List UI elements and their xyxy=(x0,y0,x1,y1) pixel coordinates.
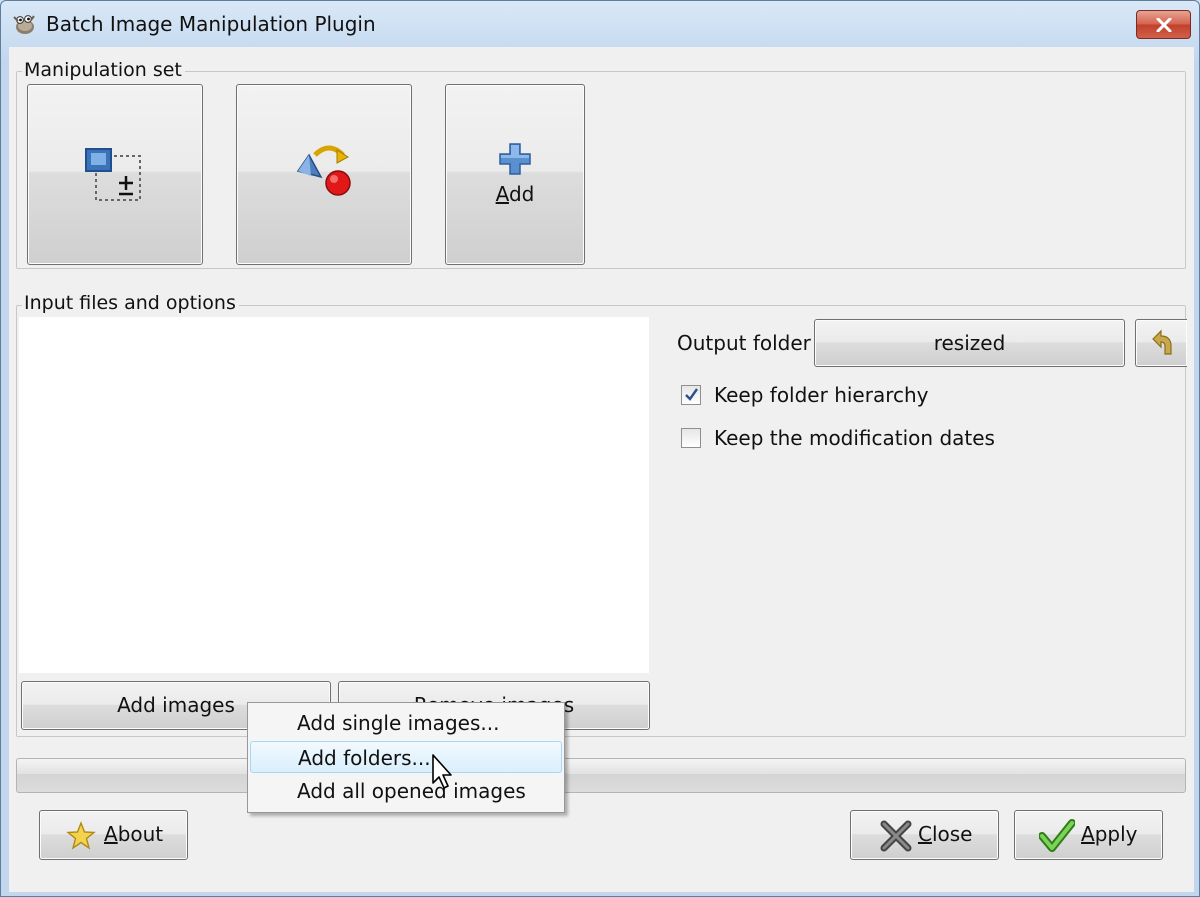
add-images-context-menu: Add single images... Add folders... Add … xyxy=(247,702,565,813)
close-icon xyxy=(1156,18,1172,32)
window-close-button[interactable] xyxy=(1136,10,1191,39)
output-folder-label: Output folder xyxy=(677,331,811,355)
progress-bar xyxy=(16,758,1186,793)
add-manipulation-button[interactable]: Add xyxy=(445,84,585,265)
rotate-flip-manipulation-button[interactable] xyxy=(236,84,412,265)
gimp-wilber-icon xyxy=(13,15,35,34)
close-x-icon xyxy=(880,820,912,852)
menu-item-add-single-images[interactable]: Add single images... xyxy=(250,707,562,739)
title-bar[interactable]: Batch Image Manipulation Plugin xyxy=(1,1,1199,47)
window-title: Batch Image Manipulation Plugin xyxy=(46,12,376,36)
add-button-label: Add xyxy=(495,182,535,206)
keep-modification-dates-label[interactable]: Keep the modification dates xyxy=(714,426,995,450)
input-files-label: Input files and options xyxy=(22,292,239,314)
menu-item-add-all-opened-images[interactable]: Add all opened images xyxy=(250,775,562,807)
menu-item-add-folders[interactable]: Add folders... xyxy=(250,741,562,773)
output-folder-reset-button[interactable] xyxy=(1135,319,1187,367)
resize-icon xyxy=(85,148,141,201)
menu-item-label: Add all opened images xyxy=(297,779,526,803)
dialog-content: Manipulation set Add Input files and opt… xyxy=(9,47,1194,892)
star-icon xyxy=(66,821,96,850)
output-folder-button[interactable]: resized xyxy=(814,319,1125,367)
keep-folder-hierarchy-checkbox[interactable] xyxy=(681,385,701,405)
about-label: About xyxy=(104,822,164,846)
checkmark-green-icon xyxy=(1039,819,1075,852)
plus-icon xyxy=(499,143,531,175)
apply-button[interactable]: Apply xyxy=(1014,810,1163,860)
keep-modification-dates-checkbox[interactable] xyxy=(681,428,701,448)
menu-item-label: Add single images... xyxy=(297,711,500,735)
close-button[interactable]: Close xyxy=(850,810,999,860)
app-window: Batch Image Manipulation Plugin Manipula… xyxy=(0,0,1200,897)
add-images-label: Add images xyxy=(117,693,235,717)
undo-arrow-icon xyxy=(1152,329,1172,355)
about-button[interactable]: About xyxy=(39,810,188,860)
file-list[interactable] xyxy=(19,317,649,673)
output-folder-value: resized xyxy=(933,331,1006,355)
menu-item-label: Add folders... xyxy=(298,746,431,770)
rotate-flip-icon xyxy=(296,145,351,196)
close-label: Close xyxy=(918,822,973,846)
keep-folder-hierarchy-label[interactable]: Keep folder hierarchy xyxy=(714,383,929,407)
manipulation-set-label: Manipulation set xyxy=(22,59,185,81)
resize-manipulation-button[interactable] xyxy=(27,84,203,265)
apply-label: Apply xyxy=(1081,822,1138,846)
mouse-pointer-icon xyxy=(432,754,452,789)
checkmark-icon xyxy=(685,388,698,401)
